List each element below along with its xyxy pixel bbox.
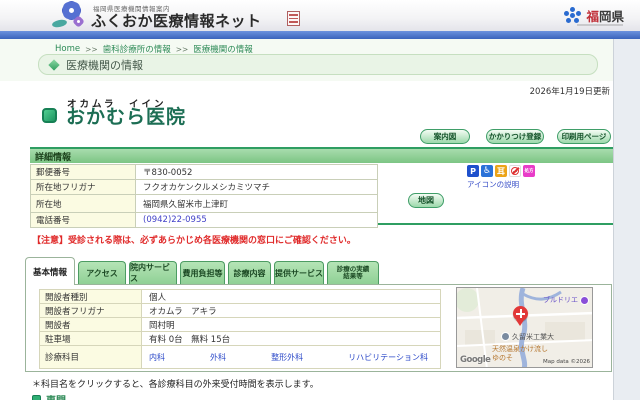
university-icon [501, 332, 510, 341]
table-row: 開設者フリガナ オカムラ アキラ [40, 304, 441, 318]
table-row: 電話番号 (0942)22-0955 [31, 213, 378, 228]
department-link-orthopedics[interactable]: 整形外科 [271, 352, 303, 363]
clinic-bullet-icon [42, 108, 57, 123]
map-poi-university-label: 久留米工業大 [512, 333, 554, 341]
tab-content-panel: 開設者種別 個人 開設者フリガナ オカムラ アキラ 開設者 岡村明 駐車場 有料… [25, 284, 612, 372]
feature-icons: P ♿ 耳 処方 [467, 165, 535, 177]
map-thumbnail[interactable]: ブルドリエ 久留米工業大 天然温泉かけ流し ゆのそ Google Map dat… [456, 287, 593, 368]
tab-results[interactable]: 診療の実績 結果等 [327, 261, 379, 284]
departments-label: 診療科目 [40, 346, 142, 368]
site-header: 福岡県医療機関情報案内 ふくおか医療情報ネット 福岡県 [0, 0, 640, 31]
map-poi-onsen-line2: ゆのそ [492, 354, 513, 363]
page-title: 医療機関の情報 [66, 58, 143, 72]
founder-value: 岡村明 [142, 318, 441, 331]
postal-code-value: 〒830-0052 [136, 165, 378, 179]
site-title[interactable]: ふくおか医療情報ネット [91, 10, 262, 31]
map-poi-onsen-line1: 天然温泉かけ流し [492, 345, 548, 353]
tab-basic-info[interactable]: 基本情報 [25, 257, 75, 285]
breadcrumb-home-link[interactable]: Home [55, 44, 80, 54]
pref-logo-subline [577, 24, 623, 26]
detail-section-header: 詳細情報 [30, 149, 613, 163]
hearing-icon: 耳 [495, 165, 507, 177]
founder-label: 開設者 [40, 318, 142, 331]
founder-type-value: 個人 [142, 290, 441, 303]
phone-label: 電話番号 [31, 213, 136, 227]
postal-code-label: 郵便番号 [31, 165, 136, 179]
pref-logo-text: 福岡県 [586, 9, 624, 24]
table-row: 所在地フリガナ フクオカケンクルメシカミツマチ [31, 180, 378, 195]
header-blue-bar [0, 31, 640, 39]
table-row: 開設者 岡村明 [40, 318, 441, 332]
map-poi-hotel: ブルドリエ [543, 295, 589, 305]
breadcrumb-band: Home >> 歯科診療所の情報 >> 医療機関の情報 医療機関の情報 [0, 39, 613, 81]
icon-legend-link[interactable]: アイコンの説明 [467, 179, 519, 190]
phone-link[interactable]: (0942)22-0955 [136, 213, 378, 227]
detail-table: 郵便番号 〒830-0052 所在地フリガナ フクオカケンクルメシカミツマチ 所… [30, 164, 378, 228]
address-value: 福岡県久留米市上津町 [136, 195, 378, 212]
founder-kana-value: オカムラ アキラ [142, 304, 441, 317]
address-label: 所在地 [31, 195, 136, 212]
guide-map-button[interactable]: 案内図 [420, 129, 470, 144]
tab-provided-services[interactable]: 提供サービス [274, 261, 324, 284]
address-kana-label: 所在地フリガナ [31, 180, 136, 194]
clinic-name: おかむら医院 [66, 106, 187, 128]
diamond-icon [48, 58, 60, 71]
map-poi-onsen-label: 天然温泉かけ流し ゆのそ [492, 345, 548, 363]
detail-section: 詳細情報 郵便番号 〒830-0052 所在地フリガナ フクオカケンクルメシカミ… [30, 147, 613, 228]
prescription-icon: 処方 [523, 165, 535, 177]
parking-icon: P [467, 165, 479, 177]
notice-text: 【注意】受診される際は、必ずあらかじめ各医療機関の窓口にご確認ください。 [32, 236, 356, 246]
pref-flower-icon [564, 7, 581, 24]
table-row: 開設者種別 個人 [40, 290, 441, 304]
header-mini-icon[interactable] [287, 11, 300, 26]
map-button[interactable]: 地図 [408, 193, 444, 208]
breadcrumb-separator: >> [175, 44, 189, 54]
tab-access[interactable]: アクセス [78, 261, 126, 284]
address-kana-value: フクオカケンクルメシカミツマチ [136, 180, 378, 194]
tab-costs[interactable]: 費用負担等 [180, 261, 225, 284]
department-link-surgery[interactable]: 外科 [210, 352, 226, 363]
logo-small-flower-center-icon [77, 20, 80, 23]
updated-date: 2026年1月19日更新 [529, 87, 610, 97]
map-copyright: Map data ©2026 [543, 359, 590, 365]
department-link-internal-medicine[interactable]: 内科 [149, 352, 165, 363]
departments-value: 内科 外科 整形外科 リハビリテーション科 [142, 346, 441, 368]
parking-value: 有料 0台 無料 15台 [142, 332, 441, 345]
table-row: 駐車場 有料 0台 無料 15台 [40, 332, 441, 346]
wheelchair-icon: ♿ [481, 165, 493, 177]
founder-kana-label: 開設者フリガナ [40, 304, 142, 317]
table-row: 所在地 福岡県久留米市上津町 [31, 195, 378, 213]
pref-logo[interactable]: 福岡県 [564, 6, 624, 25]
basic-info-table: 開設者種別 個人 開設者フリガナ オカムラ アキラ 開設者 岡村明 駐車場 有料… [39, 289, 441, 369]
logo-leaf-icon [51, 18, 68, 29]
family-doctor-register-button[interactable]: かかりつけ登録 [486, 129, 544, 144]
print-page-button[interactable]: 印刷用ページ [557, 129, 611, 144]
tab-in-hospital-services[interactable]: 院内サービス [129, 261, 177, 284]
page-heading-box: 医療機関の情報 [38, 54, 598, 75]
map-marker-icon [513, 306, 528, 321]
breadcrumb-separator: >> [85, 44, 98, 54]
departments-footnote: ＊科目名をクリックすると、各診療科目の外来受付時間を表示します。 [32, 380, 319, 390]
section-bullet-icon [32, 395, 41, 400]
map-poi-hotel-label: ブルドリエ [543, 296, 578, 304]
hotel-icon [580, 295, 589, 305]
logo-flower-center-icon [69, 8, 74, 13]
parking-label: 駐車場 [40, 332, 142, 345]
map-marker-tail [516, 320, 524, 330]
next-section-label: 専門 [46, 392, 66, 400]
right-gutter [613, 39, 640, 400]
table-row: 郵便番号 〒830-0052 [31, 165, 378, 180]
department-link-rehabilitation[interactable]: リハビリテーション科 [348, 352, 428, 363]
next-section-heading: 専門 [32, 392, 66, 400]
google-logo: Google [460, 355, 491, 365]
table-row: 診療科目 内科 外科 整形外科 リハビリテーション科 [40, 346, 441, 369]
founder-type-label: 開設者種別 [40, 290, 142, 303]
no-smoking-icon [509, 165, 521, 177]
tab-treatment-content[interactable]: 診療内容 [228, 261, 271, 284]
page: 福岡県医療機関情報案内 ふくおか医療情報ネット 福岡県 Home >> 歯科診療… [0, 0, 640, 400]
